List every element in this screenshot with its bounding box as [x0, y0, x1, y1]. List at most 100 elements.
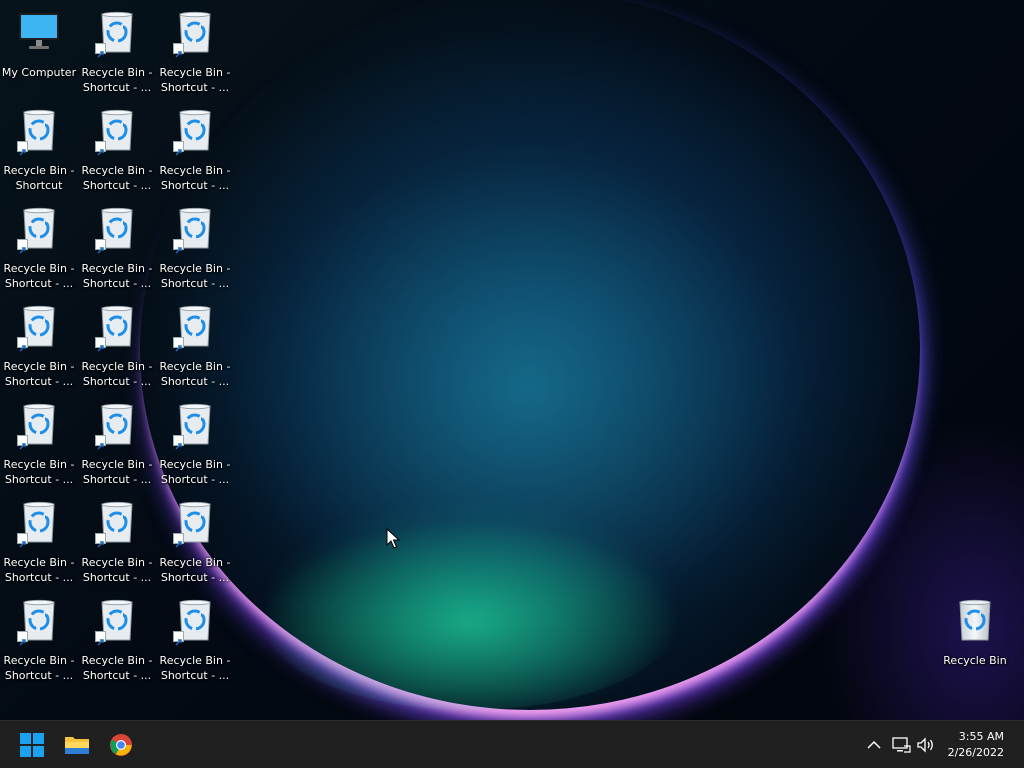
desktop-icon-label: Recycle Bin - Shortcut - ...	[159, 556, 231, 584]
recycle-bin-shortcut-icon	[173, 10, 217, 58]
desktop-icon-label: Recycle Bin - Shortcut	[3, 164, 75, 192]
desktop-icon-recycle-bin-shortcut[interactable]: Recycle Bin - Shortcut - ...	[1, 588, 77, 682]
shortcut-arrow-icon	[17, 533, 28, 548]
recycle-bin-shortcut-icon	[95, 108, 139, 156]
desktop-icon-recycle-bin-shortcut[interactable]: Recycle Bin - Shortcut - ...	[1, 294, 77, 388]
desktop-icon-recycle-bin-shortcut[interactable]: Recycle Bin - Shortcut - ...	[157, 0, 233, 94]
shortcut-arrow-icon	[95, 43, 106, 58]
desktop-icon-recycle-bin-shortcut[interactable]: Recycle Bin - Shortcut - ...	[157, 196, 233, 290]
desktop-icon-recycle-bin-shortcut[interactable]: Recycle Bin - Shortcut - ...	[1, 196, 77, 290]
desktop-icon-recycle-bin-shortcut[interactable]: Recycle Bin - Shortcut - ...	[1, 490, 77, 584]
desktop-icon-recycle-bin-shortcut[interactable]: Recycle Bin - Shortcut - ...	[79, 490, 155, 584]
recycle-bin-shortcut-icon	[95, 500, 139, 548]
clock-time[interactable]: 3:55 AM	[959, 730, 1004, 743]
desktop-background[interactable]: My Computer Recycle Bin - Shortcut - ... R…	[0, 0, 1024, 720]
shortcut-arrow-icon	[17, 141, 28, 156]
wallpaper-glow	[260, 520, 680, 710]
network-icon[interactable]	[891, 735, 911, 755]
shortcut-arrow-icon	[17, 239, 28, 254]
desktop-icon-recycle-bin-shortcut[interactable]: Recycle Bin - Shortcut - ...	[79, 98, 155, 192]
recycle-bin-shortcut-icon	[17, 206, 61, 254]
desktop-icon-label: Recycle Bin - Shortcut - ...	[159, 66, 231, 94]
mouse-pointer-icon	[386, 528, 400, 549]
desktop-icon-label: Recycle Bin - Shortcut - ...	[81, 262, 153, 290]
recycle-bin-shortcut-icon	[95, 206, 139, 254]
shortcut-arrow-icon	[173, 141, 184, 156]
desktop-icon-label: Recycle Bin - Shortcut - ...	[81, 164, 153, 192]
desktop-icon-label: Recycle Bin - Shortcut - ...	[159, 654, 231, 682]
desktop-icon-recycle-bin-shortcut[interactable]: Recycle Bin - Shortcut - ...	[79, 392, 155, 486]
desktop-icon-recycle-bin-shortcut[interactable]: Recycle Bin - Shortcut - ...	[157, 392, 233, 486]
shortcut-arrow-icon	[173, 435, 184, 450]
chrome-icon	[110, 734, 132, 756]
desktop-icon-label: Recycle Bin - Shortcut - ...	[3, 654, 75, 682]
recycle-bin-shortcut-icon	[173, 500, 217, 548]
recycle-bin-shortcut-icon	[173, 206, 217, 254]
shortcut-arrow-icon	[95, 337, 106, 352]
desktop-icon-label: Recycle Bin - Shortcut - ...	[3, 262, 75, 290]
desktop-icon-recycle-bin-shortcut[interactable]: Recycle Bin - Shortcut - ...	[157, 490, 233, 584]
start-button[interactable]	[16, 729, 48, 761]
taskbar: 3:55 AM 2/26/2022	[0, 720, 1024, 768]
desktop-icon-label: Recycle Bin - Shortcut - ...	[159, 262, 231, 290]
shortcut-arrow-icon	[173, 533, 184, 548]
desktop-icon-recycle-bin-shortcut[interactable]: Recycle Bin - Shortcut - ...	[79, 588, 155, 682]
desktop-icon-label: Recycle Bin - Shortcut - ...	[159, 458, 231, 486]
chrome-button[interactable]	[105, 729, 137, 761]
desktop-icon-recycle-bin-shortcut[interactable]: Recycle Bin - Shortcut	[1, 98, 77, 192]
desktop-icon-recycle-bin[interactable]: Recycle Bin	[937, 588, 1013, 676]
recycle-bin-shortcut-icon	[17, 304, 61, 352]
windows-logo-icon	[20, 733, 44, 757]
recycle-bin-shortcut-icon	[173, 108, 217, 156]
recycle-bin-shortcut-icon	[173, 402, 217, 450]
desktop-icon-recycle-bin-shortcut[interactable]: Recycle Bin - Shortcut - ...	[1, 392, 77, 486]
recycle-bin-shortcut-icon	[17, 500, 61, 548]
recycle-bin-shortcut-icon	[173, 304, 217, 352]
recycle-bin-shortcut-icon	[173, 598, 217, 646]
desktop-icon-label: Recycle Bin - Shortcut - ...	[81, 66, 153, 94]
clock-date[interactable]: 2/26/2022	[948, 746, 1004, 759]
recycle-bin-icon	[953, 598, 997, 642]
shortcut-arrow-icon	[95, 239, 106, 254]
desktop-icon-recycle-bin-shortcut[interactable]: Recycle Bin - Shortcut - ...	[157, 98, 233, 192]
desktop-icon-label: Recycle Bin - Shortcut - ...	[81, 654, 153, 682]
desktop-icon-recycle-bin-shortcut[interactable]: Recycle Bin - Shortcut - ...	[157, 588, 233, 682]
desktop-icon-label: Recycle Bin - Shortcut - ...	[81, 458, 153, 486]
recycle-bin-shortcut-icon	[95, 598, 139, 646]
desktop-icon-label: Recycle Bin - Shortcut - ...	[3, 360, 75, 388]
shortcut-arrow-icon	[173, 43, 184, 58]
recycle-bin-shortcut-icon	[95, 304, 139, 352]
shortcut-arrow-icon	[173, 631, 184, 646]
shortcut-arrow-icon	[95, 533, 106, 548]
shortcut-arrow-icon	[17, 337, 28, 352]
desktop-icon-label: Recycle Bin - Shortcut - ...	[81, 556, 153, 584]
desktop-icon-recycle-bin-shortcut[interactable]: Recycle Bin - Shortcut - ...	[79, 196, 155, 290]
recycle-bin-shortcut-icon	[95, 402, 139, 450]
recycle-bin-shortcut-icon	[17, 108, 61, 156]
volume-icon[interactable]	[916, 735, 936, 755]
computer-icon	[17, 10, 61, 54]
desktop-icon-recycle-bin-shortcut[interactable]: Recycle Bin - Shortcut - ...	[157, 294, 233, 388]
folder-icon	[65, 737, 89, 754]
recycle-bin-shortcut-icon	[95, 10, 139, 58]
shortcut-arrow-icon	[95, 141, 106, 156]
shortcut-arrow-icon	[95, 631, 106, 646]
shortcut-arrow-icon	[173, 337, 184, 352]
shortcut-arrow-icon	[95, 435, 106, 450]
desktop-icon-label: Recycle Bin - Shortcut - ...	[81, 360, 153, 388]
shortcut-arrow-icon	[173, 239, 184, 254]
file-explorer-button[interactable]	[61, 729, 93, 761]
recycle-bin-label: Recycle Bin	[943, 654, 1007, 667]
shortcut-arrow-icon	[17, 435, 28, 450]
shortcut-arrow-icon	[17, 631, 28, 646]
desktop-icon-recycle-bin-shortcut[interactable]: Recycle Bin - Shortcut - ...	[79, 294, 155, 388]
desktop-icon-label: Recycle Bin - Shortcut - ...	[3, 458, 75, 486]
recycle-bin-shortcut-icon	[17, 402, 61, 450]
desktop-icon-label: Recycle Bin - Shortcut - ...	[3, 556, 75, 584]
chevron-up-icon[interactable]	[864, 735, 884, 755]
desktop-icon-label: Recycle Bin - Shortcut - ...	[159, 360, 231, 388]
desktop-icon-label: My Computer	[1, 66, 77, 79]
desktop-icon-recycle-bin-shortcut[interactable]: Recycle Bin - Shortcut - ...	[79, 0, 155, 94]
desktop-icon-my-computer[interactable]: My Computer	[1, 0, 77, 88]
recycle-bin-shortcut-icon	[17, 598, 61, 646]
